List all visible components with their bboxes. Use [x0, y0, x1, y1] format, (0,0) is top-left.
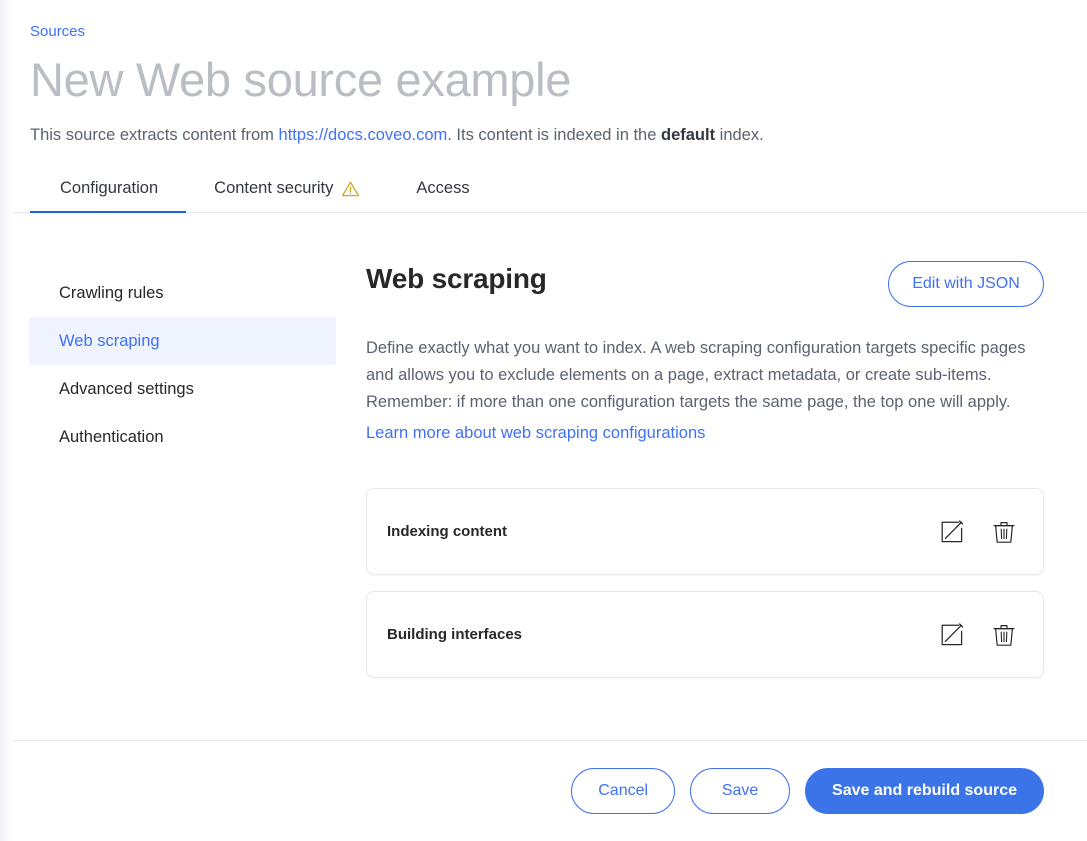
sidebar-item-advanced-settings[interactable]: Advanced settings	[29, 365, 336, 413]
index-name: default	[660, 126, 716, 144]
tab-access[interactable]: Access	[388, 179, 497, 212]
description-line-2: and allows you to exclude elements on a …	[366, 366, 992, 384]
tab-content-security-label: Content security	[214, 179, 334, 197]
save-button[interactable]: Save	[690, 768, 791, 814]
edit-pencil-icon[interactable]	[937, 620, 967, 650]
sidebar-item-label: Crawling rules	[59, 283, 164, 302]
configuration-list: Indexing content Building interfaces	[366, 488, 1044, 678]
sidebar-item-label: Web scraping	[59, 331, 160, 350]
subtitle-text-3: index.	[715, 126, 764, 144]
tab-access-label: Access	[416, 179, 470, 197]
save-and-rebuild-source-button[interactable]: Save and rebuild source	[805, 768, 1044, 814]
page-header: Sources New Web source example This sour…	[0, 0, 1087, 146]
sidebar-item-label: Advanced settings	[59, 379, 194, 398]
tab-content-security[interactable]: Content security	[186, 179, 388, 212]
section-title: Web scraping	[366, 263, 547, 294]
tab-configuration-label: Configuration	[60, 179, 159, 197]
description-line-1: Define exactly what you want to index. A…	[366, 339, 1026, 357]
main-panel-header: Web scraping Edit with JSON	[366, 261, 1044, 307]
settings-sidebar: Crawling rules Web scraping Advanced set…	[0, 261, 366, 705]
trash-icon[interactable]	[989, 517, 1019, 547]
page-subtitle: This source extracts content from https:…	[30, 124, 1057, 146]
configuration-actions	[937, 620, 1019, 650]
main-panel: Web scraping Edit with JSON Define exact…	[366, 261, 1087, 705]
action-footer: Cancel Save Save and rebuild source	[0, 740, 1087, 841]
sidebar-item-authentication[interactable]: Authentication	[29, 413, 336, 461]
page-root: Sources New Web source example This sour…	[0, 0, 1087, 841]
configuration-title: Building interfaces	[387, 626, 523, 643]
description-line-3: Remember: if more than one configuration…	[366, 393, 1011, 411]
sidebar-item-label: Authentication	[59, 427, 164, 446]
content-area: Crawling rules Web scraping Advanced set…	[0, 213, 1087, 705]
configuration-card[interactable]: Indexing content	[366, 488, 1044, 575]
subtitle-text-2: . Its content is indexed in the	[447, 126, 661, 144]
page-title: New Web source example	[30, 53, 572, 106]
configuration-actions	[937, 517, 1019, 547]
learn-more-link[interactable]: Learn more about web scraping configurat…	[366, 422, 705, 444]
configuration-card[interactable]: Building interfaces	[366, 591, 1044, 678]
sidebar-item-web-scraping[interactable]: Web scraping	[29, 317, 336, 365]
source-url-link[interactable]: https://docs.coveo.com	[279, 126, 448, 144]
trash-icon[interactable]	[989, 620, 1019, 650]
configuration-title: Indexing content	[387, 523, 507, 540]
warning-triangle-icon	[341, 180, 360, 198]
tab-configuration[interactable]: Configuration	[30, 179, 187, 213]
sidebar-item-crawling-rules[interactable]: Crawling rules	[29, 269, 336, 317]
edit-pencil-icon[interactable]	[937, 517, 967, 547]
tab-bar: Configuration Content security Access	[0, 179, 1087, 213]
edit-with-json-button[interactable]: Edit with JSON	[888, 261, 1044, 307]
subtitle-text-1: This source extracts content from	[30, 126, 279, 144]
cancel-button[interactable]: Cancel	[571, 768, 676, 814]
breadcrumb-sources[interactable]: Sources	[30, 22, 85, 42]
section-description: Define exactly what you want to index. A…	[366, 335, 1026, 416]
